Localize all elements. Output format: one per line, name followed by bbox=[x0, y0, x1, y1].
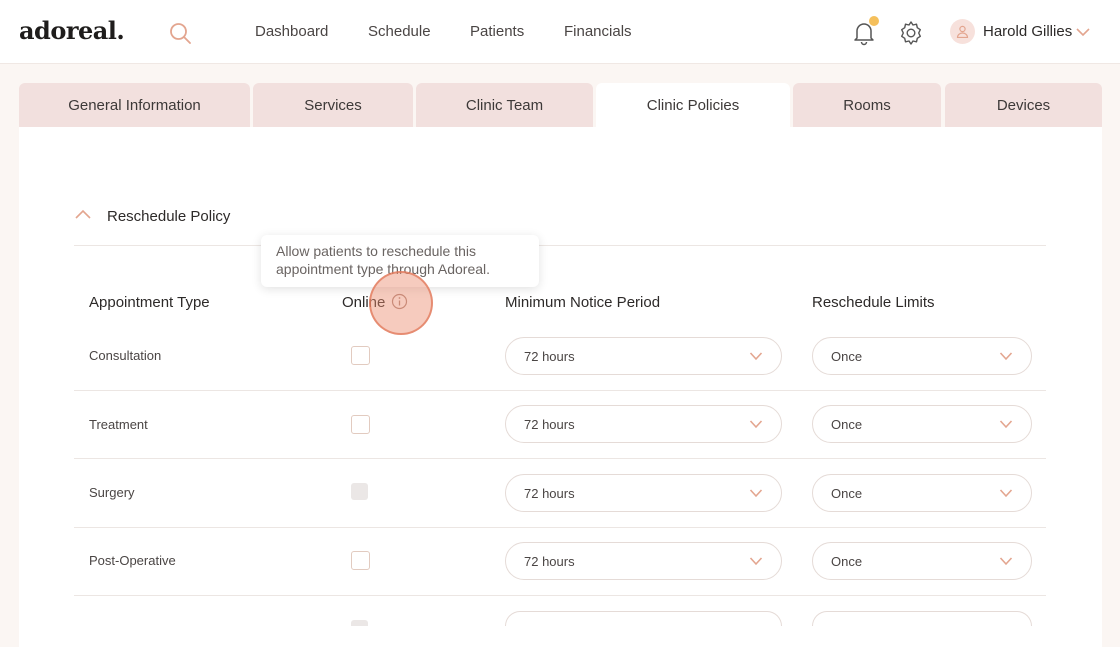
row-label-treatment: Treatment bbox=[89, 417, 148, 432]
tab-services[interactable]: Services bbox=[253, 83, 413, 128]
chevron-down-icon bbox=[1076, 28, 1090, 37]
gear-icon[interactable] bbox=[898, 20, 924, 46]
notice-select-post-operative[interactable]: 72 hours bbox=[505, 542, 782, 580]
avatar bbox=[950, 19, 975, 44]
tab-clinic-policies[interactable]: Clinic Policies bbox=[596, 83, 790, 128]
nav-financials[interactable]: Financials bbox=[564, 23, 632, 40]
user-icon bbox=[956, 25, 969, 38]
user-menu[interactable]: Harold Gillies bbox=[950, 19, 1100, 47]
online-info-tooltip: Allow patients to reschedule this appoin… bbox=[261, 235, 539, 287]
top-navigation-bar: adoreal. Dashboard Schedule Patients Fin… bbox=[0, 0, 1120, 64]
nav-dashboard[interactable]: Dashboard bbox=[255, 23, 328, 40]
chevron-down-icon bbox=[749, 489, 763, 498]
online-checkbox-treatment[interactable] bbox=[351, 415, 370, 434]
tooltip-line-2: appointment type through Adoreal. bbox=[276, 261, 491, 277]
search-icon[interactable] bbox=[169, 22, 191, 44]
select-value: Once bbox=[831, 554, 863, 569]
column-online: Online bbox=[342, 294, 386, 311]
info-icon[interactable] bbox=[391, 293, 408, 310]
online-checkbox-next-row[interactable] bbox=[351, 620, 368, 626]
notice-select-treatment[interactable]: 72 hours bbox=[505, 405, 782, 443]
brand-logo[interactable]: adoreal. bbox=[19, 16, 125, 45]
nav-schedule[interactable]: Schedule bbox=[368, 23, 431, 40]
online-checkbox-post-operative[interactable] bbox=[351, 551, 370, 570]
select-value: Once bbox=[831, 349, 863, 364]
row-divider bbox=[74, 390, 1046, 391]
notice-select-next-row[interactable] bbox=[505, 611, 782, 626]
chevron-down-icon bbox=[999, 420, 1013, 429]
column-appointment-type: Appointment Type bbox=[89, 294, 210, 311]
chevron-down-icon bbox=[999, 557, 1013, 566]
notice-select-consultation[interactable]: 72 hours bbox=[505, 337, 782, 375]
limit-select-post-operative[interactable]: Once bbox=[812, 542, 1032, 580]
user-name: Harold Gillies bbox=[983, 23, 1073, 40]
tab-devices[interactable]: Devices bbox=[945, 83, 1102, 128]
online-checkbox-surgery[interactable] bbox=[351, 483, 368, 500]
chevron-down-icon bbox=[999, 489, 1013, 498]
chevron-down-icon bbox=[999, 352, 1013, 361]
chevron-down-icon bbox=[749, 352, 763, 361]
limit-select-consultation[interactable]: Once bbox=[812, 337, 1032, 375]
select-value: 72 hours bbox=[524, 554, 575, 569]
notice-select-surgery[interactable]: 72 hours bbox=[505, 474, 782, 512]
limit-select-treatment[interactable]: Once bbox=[812, 405, 1032, 443]
select-value: 72 hours bbox=[524, 349, 575, 364]
row-divider bbox=[74, 458, 1046, 459]
limit-select-surgery[interactable]: Once bbox=[812, 474, 1032, 512]
tab-rooms[interactable]: Rooms bbox=[793, 83, 941, 128]
row-divider bbox=[74, 527, 1046, 528]
select-value: 72 hours bbox=[524, 417, 575, 432]
column-reschedule-limits: Reschedule Limits bbox=[812, 294, 935, 311]
column-minimum-notice: Minimum Notice Period bbox=[505, 294, 661, 311]
row-label-surgery: Surgery bbox=[89, 485, 135, 500]
online-checkbox-consultation[interactable] bbox=[351, 346, 370, 365]
select-value: 72 hours bbox=[524, 486, 575, 501]
notification-badge bbox=[869, 16, 879, 26]
row-label-post-operative: Post-Operative bbox=[89, 553, 176, 568]
limit-select-next-row[interactable] bbox=[812, 611, 1032, 626]
section-divider bbox=[74, 245, 1046, 246]
chevron-up-icon bbox=[75, 209, 91, 219]
tab-clinic-team[interactable]: Clinic Team bbox=[416, 83, 593, 128]
tooltip-line-1: Allow patients to reschedule this bbox=[276, 243, 476, 259]
row-divider bbox=[74, 595, 1046, 596]
chevron-down-icon bbox=[749, 420, 763, 429]
section-title: Reschedule Policy bbox=[107, 208, 231, 225]
row-label-consultation: Consultation bbox=[89, 348, 162, 363]
tab-general-information[interactable]: General Information bbox=[19, 83, 250, 128]
nav-patients[interactable]: Patients bbox=[470, 23, 524, 40]
select-value: Once bbox=[831, 486, 863, 501]
select-value: Once bbox=[831, 417, 863, 432]
chevron-down-icon bbox=[749, 557, 763, 566]
reschedule-policy-toggle[interactable]: Reschedule Policy bbox=[74, 206, 374, 228]
